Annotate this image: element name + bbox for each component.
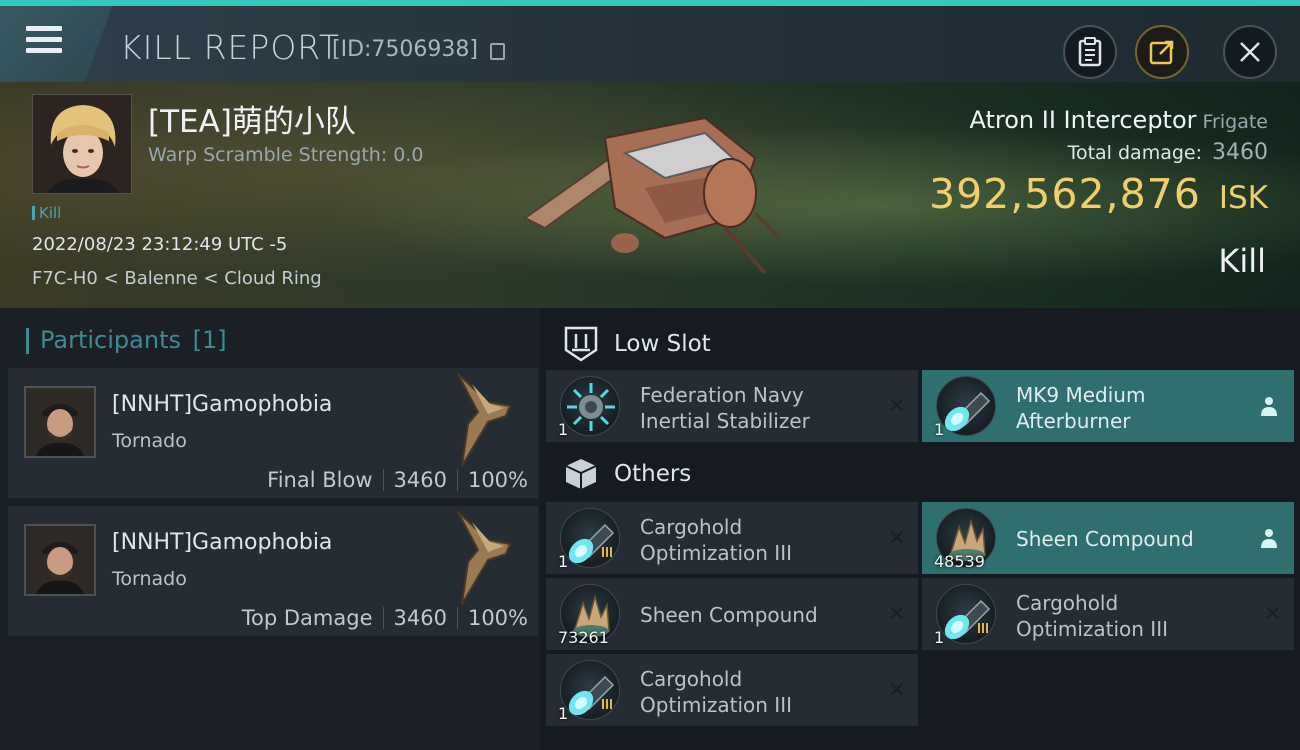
participant-damage: 3460 xyxy=(393,606,447,630)
kill-tag: Kill xyxy=(32,204,61,222)
item-name: MK9 Medium Afterburner xyxy=(1016,383,1146,433)
isk-value-line: 392,562,876 ISK xyxy=(929,170,1268,218)
ship-name[interactable]: Atron II Interceptor xyxy=(970,106,1197,134)
item-row[interactable]: 1 Cargohold Optimization III ✕ xyxy=(546,502,918,574)
destroyed-icon: ✕ xyxy=(887,602,906,627)
total-damage-label: Total damage: xyxy=(1067,142,1202,164)
stat-divider xyxy=(382,469,384,491)
low-slot-icon xyxy=(562,325,600,363)
page-title: KILL REPORT xyxy=(120,28,340,67)
participant-card[interactable]: [NNHT]Gamophobia Tornado Final Blow 3460… xyxy=(8,368,538,498)
total-damage: Total damage: 3460 xyxy=(1068,140,1268,165)
hamburger-icon xyxy=(26,26,62,59)
item-row[interactable]: 1 MK9 Medium Afterburner xyxy=(922,370,1294,442)
item-name: Sheen Compound xyxy=(640,603,818,627)
item-name: Cargohold Optimization III xyxy=(640,515,792,565)
victim-portrait-image xyxy=(33,95,131,193)
item-row[interactable]: 1 Cargohold Optimization III ✕ xyxy=(922,578,1294,650)
cargo-box-icon xyxy=(562,455,600,493)
participant-percent: 100% xyxy=(467,606,528,630)
inertial-stabilizer-icon xyxy=(560,376,620,436)
kill-location[interactable]: F7C-H0 < Balenne < Cloud Ring xyxy=(32,268,322,289)
warp-scramble-strength: Warp Scramble Strength: 0.0 xyxy=(148,144,424,166)
others-label: Others xyxy=(614,461,692,487)
low-slot-header: Low Slot xyxy=(548,314,711,374)
destroyed-icon: ✕ xyxy=(887,526,906,551)
others-header: Others xyxy=(548,444,691,504)
item-quantity: 48539 xyxy=(934,552,985,571)
cargohold-optimization-icon xyxy=(560,508,620,568)
afterburner-icon xyxy=(936,376,996,436)
item-row[interactable]: 1 Cargohold Optimization III ✕ xyxy=(546,654,918,726)
participant-ship-image[interactable] xyxy=(448,372,518,468)
victim-banner: [TEA]萌的小队 Warp Scramble Strength: 0.0 Ki… xyxy=(0,82,1300,308)
destroyed-icon: ✕ xyxy=(887,394,906,419)
participant-avatar[interactable] xyxy=(24,524,96,596)
copy-icon[interactable] xyxy=(490,43,505,60)
item-quantity: 73261 xyxy=(558,628,609,647)
share-icon xyxy=(1149,40,1174,65)
kill-datetime: 2022/08/23 23:12:49 UTC -5 xyxy=(32,234,288,255)
participants-header: Participants [1] xyxy=(26,326,227,354)
victim-ship-image[interactable] xyxy=(515,98,785,278)
victim-name[interactable]: [TEA]萌的小队 xyxy=(148,96,356,141)
item-name: Cargohold Optimization III xyxy=(640,667,792,717)
item-quantity: 1 xyxy=(934,420,945,439)
participant-portrait-image xyxy=(26,526,94,594)
victim-avatar[interactable] xyxy=(32,94,132,194)
participants-count: [1] xyxy=(192,326,227,354)
person-icon xyxy=(1261,529,1277,548)
item-quantity: 1 xyxy=(558,420,569,439)
clipboard-button[interactable] xyxy=(1063,25,1117,79)
stat-divider xyxy=(456,607,458,629)
item-name: Sheen Compound xyxy=(1016,527,1194,551)
item-quantity: 1 xyxy=(558,704,569,723)
kill-result: Kill xyxy=(1218,242,1266,280)
item-row[interactable]: 1 Federation Navy Inertial Stabilizer ✕ xyxy=(546,370,918,442)
participant-ship-image[interactable] xyxy=(448,510,518,606)
participant-role: Final Blow xyxy=(267,468,373,492)
destroyed-icon: ✕ xyxy=(887,678,906,703)
share-button[interactable] xyxy=(1135,25,1189,79)
close-icon xyxy=(1240,42,1260,62)
participant-name[interactable]: [NNHT]Gamophobia xyxy=(112,530,332,555)
report-id: [ID:7506938] xyxy=(332,37,478,62)
item-quantity: 1 xyxy=(558,552,569,571)
participant-stats: Top Damage 3460 100% xyxy=(242,606,528,630)
item-quantity: 1 xyxy=(934,628,945,647)
participants-label: Participants xyxy=(40,326,181,354)
isk-value: 392,562,876 xyxy=(929,170,1201,218)
item-row[interactable]: 48539 Sheen Compound xyxy=(922,502,1294,574)
item-name: Federation Navy Inertial Stabilizer xyxy=(640,383,810,433)
total-damage-value: 3460 xyxy=(1212,140,1268,165)
participant-stats: Final Blow 3460 100% xyxy=(267,468,528,492)
stat-divider xyxy=(456,469,458,491)
cargohold-optimization-icon xyxy=(560,660,620,720)
participant-role: Top Damage xyxy=(241,606,373,630)
low-slot-label: Low Slot xyxy=(614,331,711,357)
menu-button[interactable] xyxy=(0,6,112,82)
participant-portrait-image xyxy=(26,388,94,456)
item-row[interactable]: 73261 Sheen Compound ✕ xyxy=(546,578,918,650)
ship-type-line: Atron II Interceptor Frigate xyxy=(970,106,1269,134)
close-button[interactable] xyxy=(1223,25,1277,79)
fitting-items-panel: Low Slot 1 Federation Navy Inertial Stab… xyxy=(540,308,1300,750)
participant-ship: Tornado xyxy=(112,430,187,452)
participant-name[interactable]: [NNHT]Gamophobia xyxy=(112,392,332,417)
participant-avatar[interactable] xyxy=(24,386,96,458)
person-icon xyxy=(1261,397,1277,416)
item-name: Cargohold Optimization III xyxy=(1016,591,1168,641)
cargohold-optimization-icon xyxy=(936,584,996,644)
isk-unit: ISK xyxy=(1218,180,1268,216)
clipboard-icon xyxy=(1078,37,1102,67)
participant-damage: 3460 xyxy=(393,468,447,492)
participants-panel: Participants [1] [NNHT]Gamophobia Tornad… xyxy=(0,308,540,750)
ship-class: Frigate xyxy=(1202,111,1268,133)
header-bar: KILL REPORT [ID:7506938] xyxy=(0,0,1300,82)
destroyed-icon: ✕ xyxy=(1263,602,1282,627)
participant-percent: 100% xyxy=(467,468,528,492)
participant-card[interactable]: [NNHT]Gamophobia Tornado Top Damage 3460… xyxy=(8,506,538,636)
stat-divider xyxy=(382,607,384,629)
participant-ship: Tornado xyxy=(112,568,187,590)
